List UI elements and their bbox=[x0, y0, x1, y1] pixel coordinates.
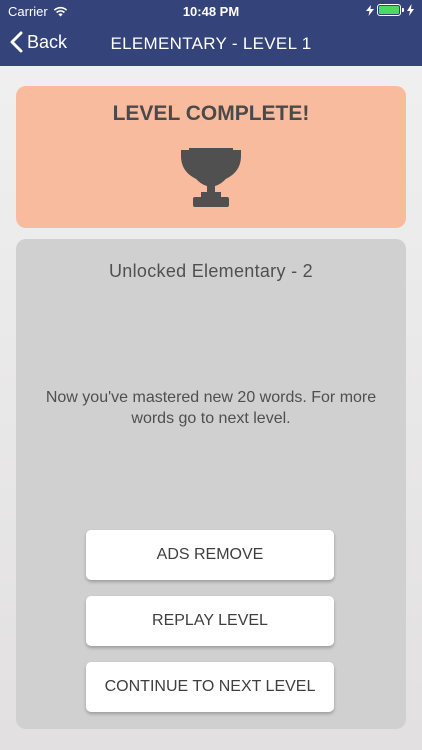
battery-indicator bbox=[366, 4, 414, 16]
status-time: 10:48 PM bbox=[182, 4, 240, 19]
charging-bolt-icon bbox=[407, 4, 414, 16]
battery-tip bbox=[402, 8, 404, 12]
level-complete-title: LEVEL COMPLETE! bbox=[112, 102, 310, 125]
continue-next-level-button[interactable]: CONTINUE TO NEXT LEVEL bbox=[86, 662, 334, 712]
battery-icon bbox=[377, 4, 401, 16]
status-bar: Carrier 10:48 PM bbox=[0, 0, 422, 22]
unlocked-level-title: Unlocked Elementary - 2 bbox=[109, 261, 313, 281]
ads-remove-button[interactable]: ADS REMOVE bbox=[86, 530, 334, 580]
nav-title: ELEMENTARY - LEVEL 1 bbox=[110, 34, 312, 53]
mastered-message: Now you've mastered new 20 words. For mo… bbox=[45, 389, 377, 427]
unlock-info-card: Unlocked Elementary - 2 Now you've maste… bbox=[16, 239, 406, 729]
navigation-bar: Back ELEMENTARY - LEVEL 1 bbox=[0, 22, 422, 66]
trophy-icon bbox=[181, 148, 241, 207]
level-complete-card: LEVEL COMPLETE! bbox=[16, 86, 406, 228]
location-arrow-icon bbox=[366, 4, 374, 16]
replay-level-button[interactable]: REPLAY LEVEL bbox=[86, 596, 334, 646]
battery-fill bbox=[379, 6, 399, 14]
